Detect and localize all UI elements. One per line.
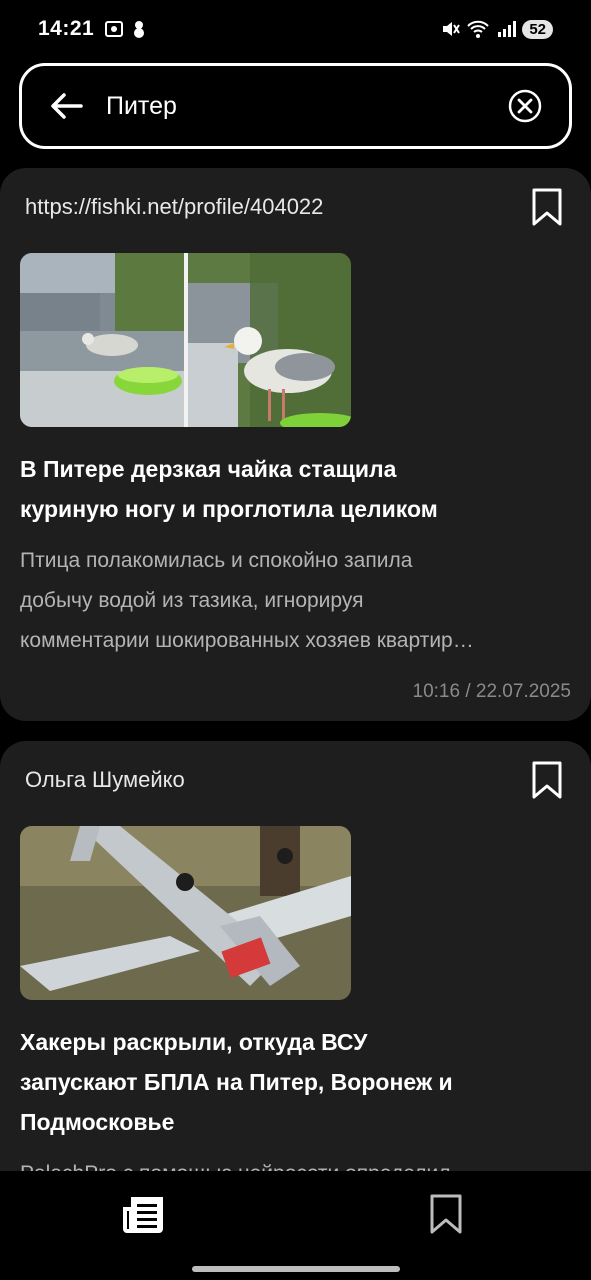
article-source: Ольга Шумейко	[25, 767, 185, 792]
bookmark-button[interactable]	[527, 759, 567, 801]
article-description-line: Птица полакомилась и спокойно запила	[20, 549, 413, 572]
article-title-line: запускают БПЛА на Питер, Воронеж и	[20, 1069, 453, 1095]
bookmark-button[interactable]	[527, 186, 567, 228]
bookmark-icon	[430, 1194, 462, 1234]
notification-icon	[134, 21, 145, 38]
bookmark-icon	[532, 761, 562, 799]
article-title-line: куриную ногу и проглотила целиком	[20, 496, 438, 522]
clear-circle-icon	[508, 89, 542, 123]
search-bar	[19, 63, 572, 149]
article-title: Хакеры раскрыли, откуда ВСУ запускают БП…	[20, 1022, 571, 1142]
back-button[interactable]	[44, 84, 88, 128]
mute-icon	[443, 22, 461, 36]
article-title-line: Хакеры раскрыли, откуда ВСУ	[20, 1029, 368, 1055]
arrow-left-icon	[51, 93, 83, 119]
clear-search-button[interactable]	[503, 84, 547, 128]
status-bar: 14:21 52	[0, 0, 591, 58]
seagull-photo	[20, 253, 351, 427]
nav-bookmarks-button[interactable]	[428, 1193, 464, 1235]
article-title-line: В Питере дерзкая чайка стащила	[20, 456, 397, 482]
drone-wreck-photo	[20, 826, 351, 1000]
article-source: https://fishki.net/profile/404022	[25, 194, 324, 219]
article-title-line: Подмосковье	[20, 1109, 175, 1135]
article-card[interactable]: https://fishki.net/profile/404022 В Пите…	[0, 168, 591, 721]
article-title: В Питере дерзкая чайка стащила куриную н…	[20, 449, 571, 529]
article-description-line: комментарии шокированных хозяев квартир…	[20, 629, 474, 652]
article-description-line: добычу водой из тазика, игнорируя	[20, 589, 364, 612]
bottom-navigation	[0, 1171, 591, 1280]
nav-news-button[interactable]	[121, 1193, 167, 1235]
bookmark-icon	[532, 188, 562, 226]
wifi-icon	[467, 20, 490, 38]
status-time: 14:21	[38, 17, 95, 40]
screenshot-icon	[105, 21, 124, 37]
signal-icon	[498, 21, 517, 37]
search-input[interactable]	[88, 91, 503, 121]
article-description: Птица полакомилась и спокойно запила доб…	[20, 541, 571, 661]
home-indicator[interactable]	[192, 1266, 400, 1272]
article-date: 10:16 / 22.07.2025	[412, 681, 571, 702]
news-feed-icon	[123, 1197, 163, 1233]
article-card[interactable]: Ольга Шумейко Хакеры раскрыли, откуда ВС…	[0, 741, 591, 1201]
battery-indicator: 52	[522, 19, 553, 39]
